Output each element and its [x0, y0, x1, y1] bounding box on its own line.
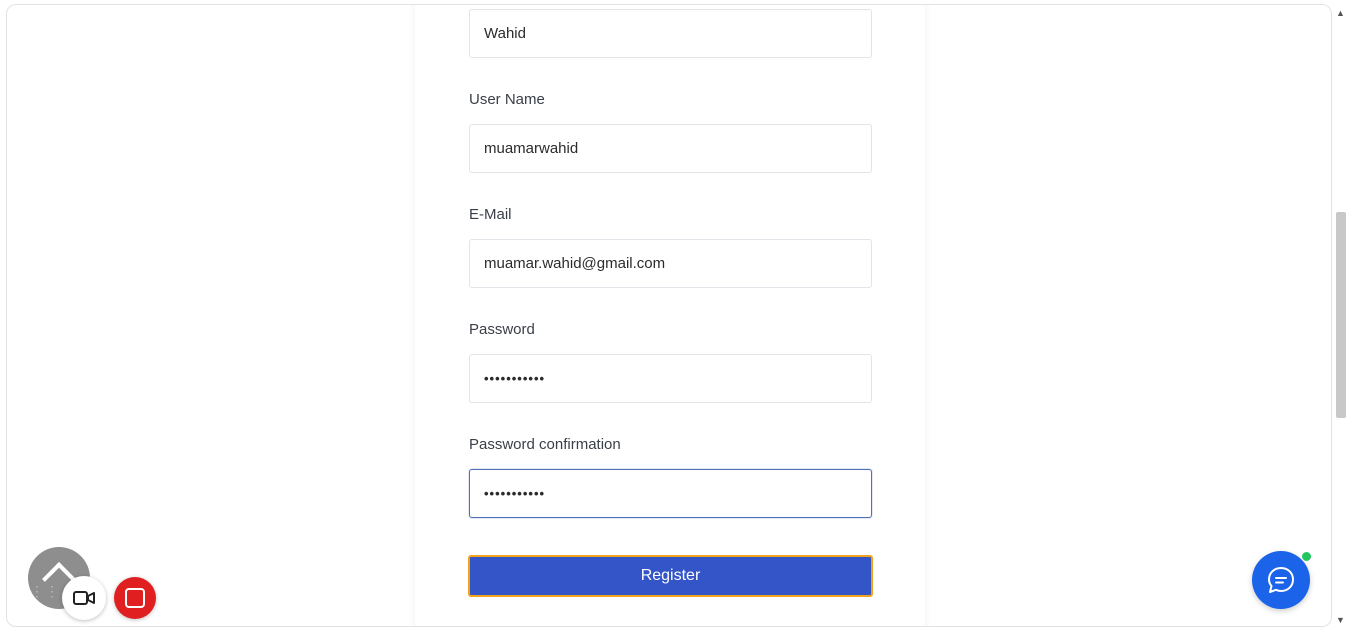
password-confirmation-label: Password confirmation	[469, 436, 621, 453]
camera-button[interactable]	[62, 576, 106, 620]
scroll-up-arrow-icon[interactable]: ▲	[1336, 8, 1345, 18]
vertical-scrollbar[interactable]: ▲ ▼	[1332, 4, 1348, 627]
password-field[interactable]: •••••••••••	[469, 354, 872, 403]
last-name-value: Wahid	[484, 25, 526, 42]
chat-bubble-icon	[1268, 567, 1294, 593]
register-button[interactable]: Register	[468, 555, 873, 597]
password-label: Password	[469, 321, 535, 338]
username-field[interactable]: muamarwahid	[469, 124, 872, 173]
password-confirmation-field[interactable]: •••••••••••	[469, 469, 872, 518]
email-field[interactable]: muamar.wahid@gmail.com	[469, 239, 872, 288]
email-label: E-Mail	[469, 206, 512, 223]
video-camera-icon	[73, 591, 95, 605]
stop-icon	[125, 588, 145, 608]
scrollbar-thumb[interactable]	[1336, 212, 1346, 418]
password-value: •••••••••••	[484, 371, 546, 386]
registration-card: Wahid User Name muamarwahid E-Mail muama…	[415, 5, 925, 626]
email-value: muamar.wahid@gmail.com	[484, 255, 666, 272]
username-value: muamarwahid	[484, 140, 579, 157]
online-status-indicator	[1301, 551, 1312, 562]
stop-recording-button[interactable]	[114, 577, 156, 619]
browser-viewport: Wahid User Name muamarwahid E-Mail muama…	[6, 4, 1332, 627]
last-name-field[interactable]: Wahid	[469, 9, 872, 58]
username-label: User Name	[469, 91, 545, 108]
scroll-down-arrow-icon[interactable]: ▼	[1336, 615, 1345, 625]
password-confirmation-value: •••••••••••	[484, 486, 546, 501]
drag-handle-icon[interactable]: ⋮⋮	[30, 584, 60, 598]
